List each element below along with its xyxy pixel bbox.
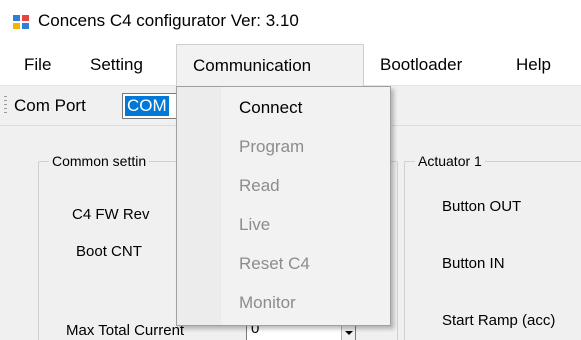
fw-rev-label: C4 FW Rev [72,206,150,223]
menu-monitor[interactable]: Monitor [239,285,296,321]
max-total-current-label: Max Total Current [66,322,185,339]
menu-file[interactable]: File [16,44,59,85]
menu-connect[interactable]: Connect [239,90,302,126]
menu-live[interactable]: Live [239,207,270,243]
menu-reset-c4[interactable]: Reset C4 [239,246,310,282]
menu-icon-column [177,87,221,325]
actuator1-title: Actuator 1 [415,153,485,169]
menu-setting[interactable]: Setting [82,44,151,85]
menu-read[interactable]: Read [239,168,280,204]
boot-cnt-label: Boot CNT [76,243,142,260]
com-port-label: Com Port [14,96,86,115]
menu-bootloader[interactable]: Bootloader [372,44,470,85]
arrow-down-icon[interactable] [345,331,353,335]
title-bar: Concens C4 configurator Ver: 3.10 [0,0,581,44]
button-out-label: Button OUT [442,198,522,215]
start-ramp-label: Start Ramp (acc) [442,312,556,329]
toolstrip-grip[interactable] [4,96,7,116]
menu-program[interactable]: Program [239,129,304,165]
common-settings-title: Common settin [49,153,150,169]
menu-communication[interactable]: Communication [176,44,364,87]
button-in-label: Button IN [442,255,505,272]
menu-help[interactable]: Help [508,44,559,85]
com-port-value[interactable]: COM [125,96,169,116]
window-title: Concens C4 configurator Ver: 3.10 [38,11,299,30]
app-window-icon [13,15,29,29]
menu-bar: File Setting Communication Bootloader He… [0,44,581,87]
communication-menu: Connect Program Read Live Reset C4 Monit… [176,86,391,326]
